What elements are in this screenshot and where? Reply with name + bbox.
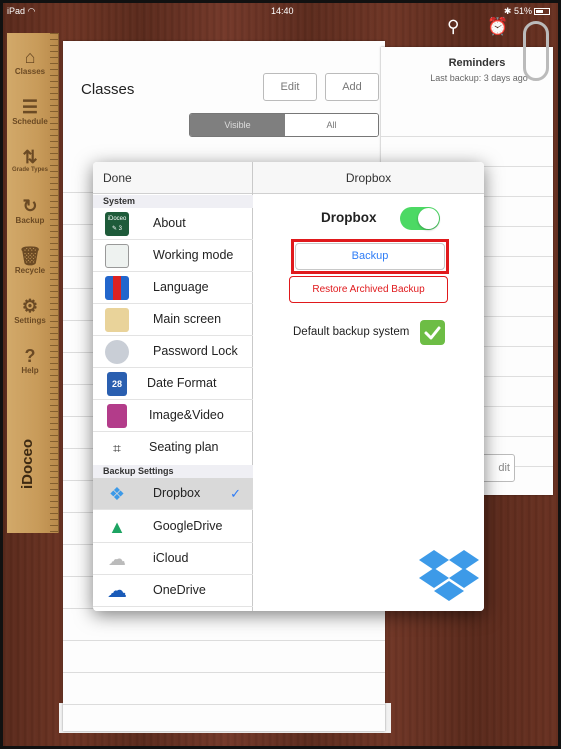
alarm-icon[interactable]: ⏰ xyxy=(487,17,508,37)
sidebar-item-recycle[interactable]: 🗑 Recycle xyxy=(7,246,53,275)
list-item-googledrive[interactable]: ▲ GoogleDrive xyxy=(93,511,253,543)
default-backup-label: Default backup system xyxy=(293,326,410,338)
dropbox-detail-pane: Dropbox Dropbox Backup Restore Archived … xyxy=(253,162,484,611)
done-button[interactable]: Done xyxy=(93,171,132,185)
left-pane-header: Done xyxy=(93,162,252,194)
restore-archived-backup-button[interactable]: Restore Archived Backup xyxy=(289,276,448,303)
dropbox-toggle[interactable] xyxy=(400,207,440,230)
list-item-label: iCloud xyxy=(153,551,189,565)
default-backup-checkbox[interactable] xyxy=(420,320,445,345)
list-item-label: Image&Video xyxy=(149,408,224,422)
wifi-icon: ◠ xyxy=(27,6,36,16)
main-screen-icon xyxy=(105,308,129,332)
reminders-edit-button[interactable]: dit xyxy=(479,454,515,482)
sidebar-item-help[interactable]: ? Help xyxy=(7,346,53,375)
list-item-label: Working mode xyxy=(153,248,234,262)
list-item-date-format[interactable]: 28 Date Format xyxy=(93,368,253,400)
trash-icon: 🗑 xyxy=(18,246,42,266)
backup-icon: ↻ xyxy=(22,196,38,216)
search-icon[interactable]: ⚲ xyxy=(447,17,459,37)
list-item-label: Main screen xyxy=(153,312,222,326)
device-label: iPad ◠ xyxy=(7,6,36,16)
paperclip xyxy=(523,21,549,81)
status-bar: iPad ◠ 14:40 ✱ 51% xyxy=(3,3,558,21)
help-icon: ? xyxy=(24,346,36,366)
right-pane-title: Dropbox xyxy=(253,162,484,194)
add-button[interactable]: Add xyxy=(325,73,379,101)
list-item-icloud[interactable]: ☁ iCloud xyxy=(93,543,253,575)
sidebar-item-classes[interactable]: ⌂ Classes xyxy=(7,47,53,76)
dropbox-icon: ❖ xyxy=(108,484,126,504)
selected-check-icon: ✓ xyxy=(230,486,241,501)
list-item-label: Language xyxy=(153,280,209,294)
settings-list-pane: Done System iDoceo ✎ 3 About Working mode… xyxy=(93,162,253,611)
list-item-seating-plan[interactable]: ⌗ Seating plan xyxy=(93,432,253,464)
list-item-image-video[interactable]: Image&Video xyxy=(93,400,253,432)
list-item-label: GoogleDrive xyxy=(153,519,223,533)
list-item-label: Password Lock xyxy=(153,344,238,358)
backup-button[interactable]: Backup xyxy=(295,243,445,270)
icloud-icon: ☁ xyxy=(108,549,126,569)
section-header-system: System xyxy=(93,195,253,208)
home-icon: ⌂ xyxy=(24,47,36,67)
padlock-icon xyxy=(105,340,129,364)
seating-plan-icon: ⌗ xyxy=(105,436,129,460)
list-item-password-lock[interactable]: Password Lock xyxy=(93,336,253,368)
dropbox-label: Dropbox xyxy=(321,210,377,225)
list-item-label: Date Format xyxy=(147,376,217,390)
language-flags-icon xyxy=(105,276,129,300)
sidebar-item-backup[interactable]: ↻ Backup xyxy=(7,196,53,225)
sidebar-item-settings[interactable]: ⚙ Settings xyxy=(7,296,53,325)
segment-visible[interactable]: Visible xyxy=(190,114,285,136)
list-item-working-mode[interactable]: Working mode xyxy=(93,240,253,272)
calendar-icon: 28 xyxy=(107,372,127,396)
checkmark-icon xyxy=(424,326,441,340)
grade-types-icon: ⇅ xyxy=(22,147,38,167)
sidebar-item-schedule[interactable]: ☰ Schedule xyxy=(7,97,53,126)
page-title: Classes xyxy=(81,81,135,98)
list-item-main-screen[interactable]: Main screen xyxy=(93,304,253,336)
list-item-label: About xyxy=(153,216,186,230)
ipad-screen: iPad ◠ 14:40 ✱ 51% ⌂ Classes ☰ Schedule ⇅ G… xyxy=(0,0,561,749)
section-header-backup-settings: Backup Settings xyxy=(93,465,253,478)
battery-icon xyxy=(534,8,550,16)
list-item-label: Seating plan xyxy=(149,440,219,454)
segment-all[interactable]: All xyxy=(285,114,378,136)
ruler-sidebar: ⌂ Classes ☰ Schedule ⇅ Grade Types ↻ Backup … xyxy=(7,33,59,533)
list-item-language[interactable]: Language xyxy=(93,272,253,304)
list-item-dropbox[interactable]: ❖ Dropbox ✓ xyxy=(93,478,253,510)
edit-button[interactable]: Edit xyxy=(263,73,317,101)
dropbox-logo-icon xyxy=(419,550,479,601)
image-video-icon xyxy=(107,404,127,428)
visibility-segmented-control: Visible All xyxy=(189,113,379,137)
clock: 14:40 xyxy=(271,6,294,16)
list-item-label: OneDrive xyxy=(153,583,206,597)
onedrive-icon: ☁ xyxy=(107,580,127,602)
sidebar-item-grade-types[interactable]: ⇅ Grade Types xyxy=(7,147,53,173)
gear-icon: ⚙ xyxy=(21,296,39,316)
working-mode-icon xyxy=(105,244,129,268)
list-item-onedrive[interactable]: ☁ OneDrive xyxy=(93,575,253,607)
bluetooth-icon: ✱ xyxy=(503,6,512,16)
idoceo-app-icon: iDoceo ✎ 3 xyxy=(105,212,129,236)
brand-logo: iDoceo xyxy=(19,438,36,489)
list-item-about[interactable]: iDoceo ✎ 3 About xyxy=(93,208,253,240)
battery-indicator: ✱ 51% xyxy=(504,6,550,17)
settings-modal: Done System iDoceo ✎ 3 About Working mode… xyxy=(93,162,484,611)
google-drive-icon: ▲ xyxy=(108,517,126,537)
schedule-icon: ☰ xyxy=(21,97,39,117)
list-item-label: Dropbox xyxy=(153,486,201,500)
